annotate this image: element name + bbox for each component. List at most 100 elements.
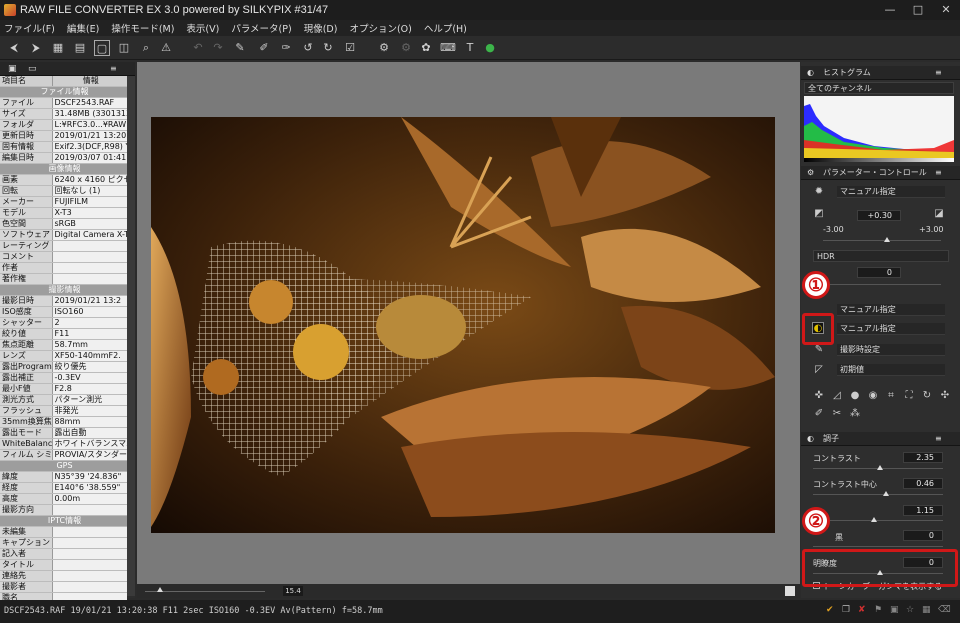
tool-dots-icon[interactable]: ⁂ — [849, 408, 861, 420]
histogram-channel-select[interactable]: 全てのチャンネル — [804, 82, 954, 94]
tone-mode-select[interactable]: マニュアル指定 — [837, 323, 945, 335]
prev-image-icon[interactable]: ⮜ — [6, 40, 22, 56]
noise-select[interactable]: 初期値 — [837, 364, 945, 376]
preview-image — [151, 117, 775, 533]
comment-tab-icon[interactable]: ▭ — [28, 64, 37, 74]
black-slider[interactable] — [813, 546, 943, 547]
check-icon[interactable]: ● — [482, 40, 498, 56]
auto-exposure-icon[interactable]: ◪ — [933, 208, 945, 220]
info-row: 著作権 — [0, 273, 127, 285]
menu-parameter[interactable]: パラメータ(P) — [231, 21, 291, 35]
grid-large-icon[interactable]: ▤ — [72, 40, 88, 56]
tool-lens-icon[interactable]: ◉ — [867, 390, 879, 402]
exposure-value[interactable]: +0.30 — [857, 210, 901, 221]
paste-icon[interactable]: ✑ — [278, 40, 294, 56]
rotate-left-icon[interactable]: ↺ — [300, 40, 316, 56]
sharpness-icon[interactable]: ✎ — [813, 344, 825, 356]
undo-icon[interactable]: ↶ — [190, 40, 206, 56]
tool-transform-icon[interactable]: ⛶ — [903, 390, 915, 402]
minimize-icon[interactable]: — — [876, 0, 904, 20]
info-key: 絞り値 — [0, 328, 53, 340]
develop-icon[interactable]: ☑ — [342, 40, 358, 56]
panel-menu-icon[interactable]: ≡ — [110, 64, 117, 73]
wb-mode-select[interactable]: マニュアル指定 — [837, 304, 945, 316]
hdr-select[interactable]: HDR — [813, 250, 949, 262]
hdr-slider[interactable] — [823, 284, 941, 285]
rotate-right-icon[interactable]: ↻ — [320, 40, 336, 56]
status-trash-icon[interactable]: ⌫ — [938, 605, 951, 615]
tone-title: 調子 — [823, 434, 839, 443]
menu-view[interactable]: 表示(V) — [186, 21, 219, 35]
sharpness-select[interactable]: 撮影時設定 — [837, 344, 945, 356]
status-bookmark-icon[interactable]: ❐ — [842, 605, 850, 615]
info-key: 未編集 — [0, 526, 53, 538]
contrast-center-slider[interactable] — [813, 494, 943, 495]
next-image-icon[interactable]: ⮞ — [28, 40, 44, 56]
status-reject-icon[interactable]: ✘ — [858, 605, 866, 615]
info-value: 58.7mm — [52, 339, 127, 351]
menu-develop[interactable]: 現像(D) — [304, 21, 338, 35]
info-scrollbar[interactable] — [127, 76, 135, 596]
tool-crop-icon[interactable]: ⌗ — [885, 390, 897, 402]
status-check-icon[interactable]: ✔ — [826, 605, 834, 615]
settings-icon[interactable]: ⚙ — [398, 40, 414, 56]
sub-control-icon[interactable]: ⚙ — [376, 40, 392, 56]
keyboard-icon[interactable]: ⌨ — [440, 40, 456, 56]
param-menu-icon[interactable]: ≡ — [935, 166, 942, 180]
zoom-icon[interactable]: ⌕ — [138, 40, 154, 56]
exposure-mode-select[interactable]: マニュアル指定 — [837, 186, 945, 198]
gamma-value[interactable]: 1.15 — [903, 505, 943, 516]
tool-pen-icon[interactable]: ✐ — [813, 408, 825, 420]
single-view-icon[interactable]: ▢ — [94, 40, 110, 56]
grid-view-icon[interactable]: ▦ — [50, 40, 66, 56]
menu-help[interactable]: ヘルプ(H) — [424, 21, 467, 35]
fit-icon[interactable] — [785, 586, 795, 596]
exposure-slider-thumb[interactable] — [884, 237, 890, 242]
eyedropper-icon[interactable]: ✎ — [232, 40, 248, 56]
status-flag-icon[interactable]: ⚑ — [874, 605, 882, 615]
tool-brush-icon[interactable]: ✂ — [831, 408, 843, 420]
contrast-slider-thumb[interactable] — [877, 465, 883, 470]
gamma-slider-thumb[interactable] — [871, 517, 877, 522]
text-tool-icon[interactable]: T — [462, 40, 478, 56]
tool-curve-icon[interactable]: ◿ — [831, 390, 843, 402]
info-key: レンズ — [0, 350, 53, 362]
exposure-bias-icon[interactable]: ◩ — [813, 208, 825, 220]
zoom-slider-thumb[interactable] — [157, 587, 163, 592]
status-lock-icon[interactable]: ▣ — [890, 605, 899, 615]
zoom-level[interactable]: 15.4 — [283, 586, 303, 596]
menu-edit[interactable]: 編集(E) — [67, 21, 99, 35]
contrast-center-value[interactable]: 0.46 — [903, 478, 943, 489]
stamp-icon[interactable]: ✿ — [418, 40, 434, 56]
zoom-slider[interactable] — [145, 591, 265, 592]
info-key: 固有情報 — [0, 141, 53, 153]
tool-rotate-icon[interactable]: ↻ — [921, 390, 933, 402]
gamma-slider[interactable] — [813, 520, 943, 521]
info-key: 最小F値 — [0, 383, 53, 395]
status-grid-icon[interactable]: ▦ — [922, 605, 931, 615]
hdr-value[interactable]: 0 — [857, 267, 901, 278]
noise-icon[interactable]: ◸ — [813, 364, 825, 376]
histogram-menu-icon[interactable]: ≡ — [935, 66, 942, 80]
exposure-slider[interactable] — [823, 240, 941, 241]
contrast-center-thumb[interactable] — [883, 491, 889, 496]
tone-menu-icon[interactable]: ≡ — [935, 432, 942, 446]
compare-view-icon[interactable]: ◫ — [116, 40, 132, 56]
info-row: 露出Program 絞り優先 — [0, 361, 127, 373]
tool-sphere-icon[interactable]: ● — [849, 390, 861, 402]
panel-tab-icon[interactable]: ▣ — [8, 64, 17, 74]
maximize-icon[interactable]: □ — [904, 0, 932, 20]
redo-icon[interactable]: ↷ — [210, 40, 226, 56]
warning-icon[interactable]: ⚠ — [158, 40, 174, 56]
tool-cross-icon[interactable]: ✜ — [813, 390, 825, 402]
menu-options[interactable]: オプション(O) — [349, 21, 411, 35]
close-icon[interactable]: ✕ — [932, 0, 960, 20]
black-value[interactable]: 0 — [903, 530, 943, 541]
status-star-icon[interactable]: ☆ — [906, 605, 914, 615]
menu-file[interactable]: ファイル(F) — [4, 21, 55, 35]
menu-mode[interactable]: 操作モード(M) — [111, 21, 174, 35]
exposure-gear-icon[interactable]: ✹ — [813, 186, 825, 198]
contrast-value[interactable]: 2.35 — [903, 452, 943, 463]
brush-icon[interactable]: ✐ — [256, 40, 272, 56]
tool-stamp-icon[interactable]: ✣ — [939, 390, 951, 402]
